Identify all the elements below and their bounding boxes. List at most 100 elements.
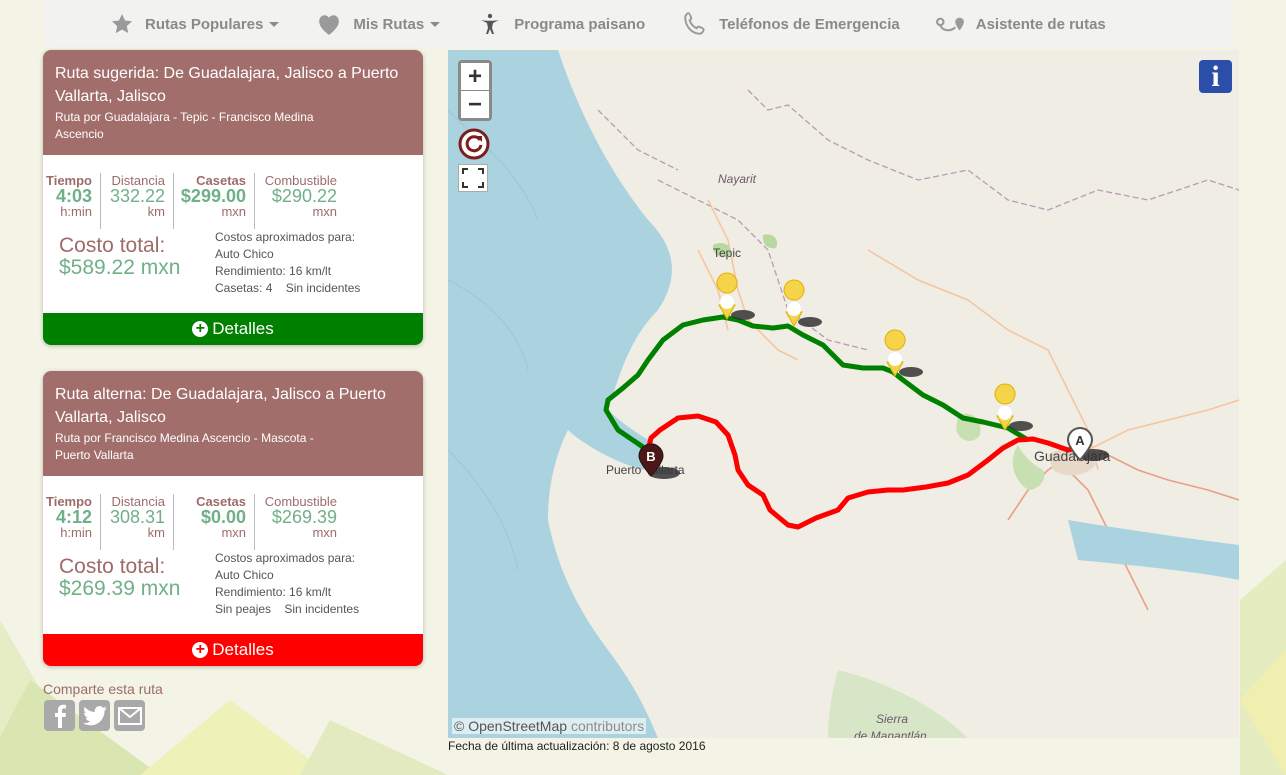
last-updated-text: Fecha de última actualización: 8 de agos… xyxy=(448,739,706,753)
stat-value: $290.22 xyxy=(271,186,337,206)
info-button[interactable]: i xyxy=(1199,60,1232,93)
nav-asistente-rutas[interactable]: Asistente de rutas xyxy=(935,13,1106,35)
stat-value: 4:12 xyxy=(55,507,92,527)
notes-line: Auto Chico xyxy=(215,568,274,582)
chevron-down-icon xyxy=(430,21,441,27)
route-subtitle: Ruta por Guadalajara - Tepic - Francisco… xyxy=(55,110,314,141)
stat-unit: mxn xyxy=(312,204,337,219)
state-border xyxy=(597,89,1239,351)
nav-label: Programa paisano xyxy=(514,15,646,33)
details-label: Detalles xyxy=(212,640,274,659)
stat-unit: km xyxy=(147,204,165,219)
share-icons xyxy=(44,700,145,731)
top-navigation: Rutas Populares Mis Rutas Programa paisa… xyxy=(43,0,1233,48)
sierra-area xyxy=(828,670,968,738)
zoom-out-button[interactable]: − xyxy=(461,91,489,118)
nav-label: Rutas Populares xyxy=(145,15,264,33)
stat-casetas: Casetas $299.00 mxn xyxy=(174,173,255,229)
stat-value: 308.31 xyxy=(109,507,165,527)
toll-marker xyxy=(716,272,755,321)
nav-mis-rutas[interactable]: Mis Rutas xyxy=(315,12,441,36)
notes-casetas: Sin peajes xyxy=(215,602,272,616)
stat-value: $0.00 xyxy=(200,507,246,527)
nav-programa-paisano[interactable]: Programa paisano xyxy=(476,12,645,36)
notes-line: Casetas: 4 Sin incidentes xyxy=(215,280,360,297)
cost-value: $589.22 mxn xyxy=(59,256,181,279)
plus-circle-icon: + xyxy=(192,642,209,658)
stat-combustible: Combustible $269.39 mxn xyxy=(255,494,345,550)
stat-distancia: Distancia 308.31 km xyxy=(101,494,174,550)
map-label-region: Nayarit xyxy=(718,172,757,186)
notes-incidents: Sin incidentes xyxy=(285,281,361,295)
route-title: Ruta alterna: De Guadalajara, Jalisco a … xyxy=(55,386,386,426)
stat-distancia: Distancia 332.22 km xyxy=(101,173,174,229)
stat-value: $269.39 xyxy=(271,507,337,527)
nav-telefonos-emergencia[interactable]: Teléfonos de Emergencia xyxy=(681,11,900,37)
details-button[interactable]: + Detalles xyxy=(43,313,423,345)
route-subtitle: Ruta por Francisco Medina Ascencio - Mas… xyxy=(55,431,314,462)
map-base xyxy=(448,50,1239,738)
cost-notes: Costos aproximados para: Auto Chico Rend… xyxy=(215,229,360,313)
attribution-link[interactable]: contributors xyxy=(571,718,644,734)
nav-label: Mis Rutas xyxy=(353,15,425,33)
notes-line: Auto Chico xyxy=(215,247,274,261)
marker-b-label: B xyxy=(646,449,655,464)
stat-casetas: Casetas $0.00 mxn xyxy=(174,494,255,550)
chevron-down-icon xyxy=(269,21,280,27)
route-stats: Tiempo 4:03 h:min Distancia 332.22 km Ca… xyxy=(43,155,423,229)
route-assistant-icon xyxy=(935,17,964,32)
route-stats: Tiempo 4:12 h:min Distancia 308.31 km Ca… xyxy=(43,476,423,550)
zoom-control: + − xyxy=(458,60,492,121)
notes-line: Sin peajes Sin incidentes xyxy=(215,601,359,618)
stat-tiempo: Tiempo 4:03 h:min xyxy=(43,173,101,229)
route-card-header: Ruta alterna: De Guadalajara, Jalisco a … xyxy=(43,371,423,476)
stat-value: 332.22 xyxy=(109,186,165,206)
stat-unit: mxn xyxy=(221,204,246,219)
refresh-icon[interactable] xyxy=(458,128,490,160)
stat-unit: mxn xyxy=(221,525,246,540)
map-attribution: © OpenStreetMap contributors xyxy=(452,718,647,734)
stat-unit: h:min xyxy=(60,204,92,219)
stat-value: 4:03 xyxy=(55,186,92,206)
stat-unit: h:min xyxy=(60,525,92,540)
map-label-manantlan: de Manantlán xyxy=(854,729,927,738)
stat-value: $299.00 xyxy=(180,186,246,206)
zoom-in-button[interactable]: + xyxy=(461,63,489,90)
person-icon xyxy=(481,13,500,34)
notes-line: Costos aproximados para: xyxy=(215,230,356,244)
nav-label: Teléfonos de Emergencia xyxy=(719,15,900,33)
details-label: Detalles xyxy=(212,319,274,338)
cost-value: $269.39 mxn xyxy=(59,577,181,600)
plus-circle-icon: + xyxy=(192,321,209,337)
stat-unit: km xyxy=(147,525,165,540)
facebook-icon[interactable] xyxy=(44,700,75,731)
cost-summary: Costo total: $269.39 mxn Costos aproxima… xyxy=(43,550,423,634)
star-icon xyxy=(112,14,132,34)
cost-label: Costo total: xyxy=(59,234,166,257)
details-button[interactable]: + Detalles xyxy=(43,634,423,666)
phone-icon xyxy=(684,12,705,35)
route-map[interactable]: Nayarit Tepic Puerto Vallarta Guadalajar… xyxy=(448,50,1239,738)
email-icon[interactable] xyxy=(114,700,145,731)
route-title: Ruta sugerida: De Guadalajara, Jalisco a… xyxy=(55,65,399,105)
route-card-alternate: Ruta alterna: De Guadalajara, Jalisco a … xyxy=(43,371,423,666)
stat-tiempo: Tiempo 4:12 h:min xyxy=(43,494,101,550)
marker-b[interactable]: B xyxy=(636,442,684,484)
stat-unit: mxn xyxy=(312,525,337,540)
route-card-header: Ruta sugerida: De Guadalajara, Jalisco a… xyxy=(43,50,423,155)
toll-marker xyxy=(783,279,822,328)
heart-icon xyxy=(319,15,340,35)
lake-chapala xyxy=(1068,520,1239,580)
fullscreen-icon[interactable] xyxy=(458,164,488,192)
marker-a-label: A xyxy=(1075,433,1085,448)
stat-combustible: Combustible $290.22 mxn xyxy=(255,173,345,229)
cost-notes: Costos aproximados para: Auto Chico Rend… xyxy=(215,550,359,634)
cost-summary: Costo total: $589.22 mxn Costos aproxima… xyxy=(43,229,423,313)
marker-a[interactable]: A xyxy=(1065,426,1113,468)
map-label-sierra: Sierra xyxy=(876,712,909,726)
nav-rutas-populares[interactable]: Rutas Populares xyxy=(109,12,280,36)
share-label: Comparte esta ruta xyxy=(43,681,163,697)
twitter-icon[interactable] xyxy=(79,700,110,731)
nav-label: Asistente de rutas xyxy=(975,15,1106,33)
notes-line: Costos aproximados para: xyxy=(215,551,356,565)
